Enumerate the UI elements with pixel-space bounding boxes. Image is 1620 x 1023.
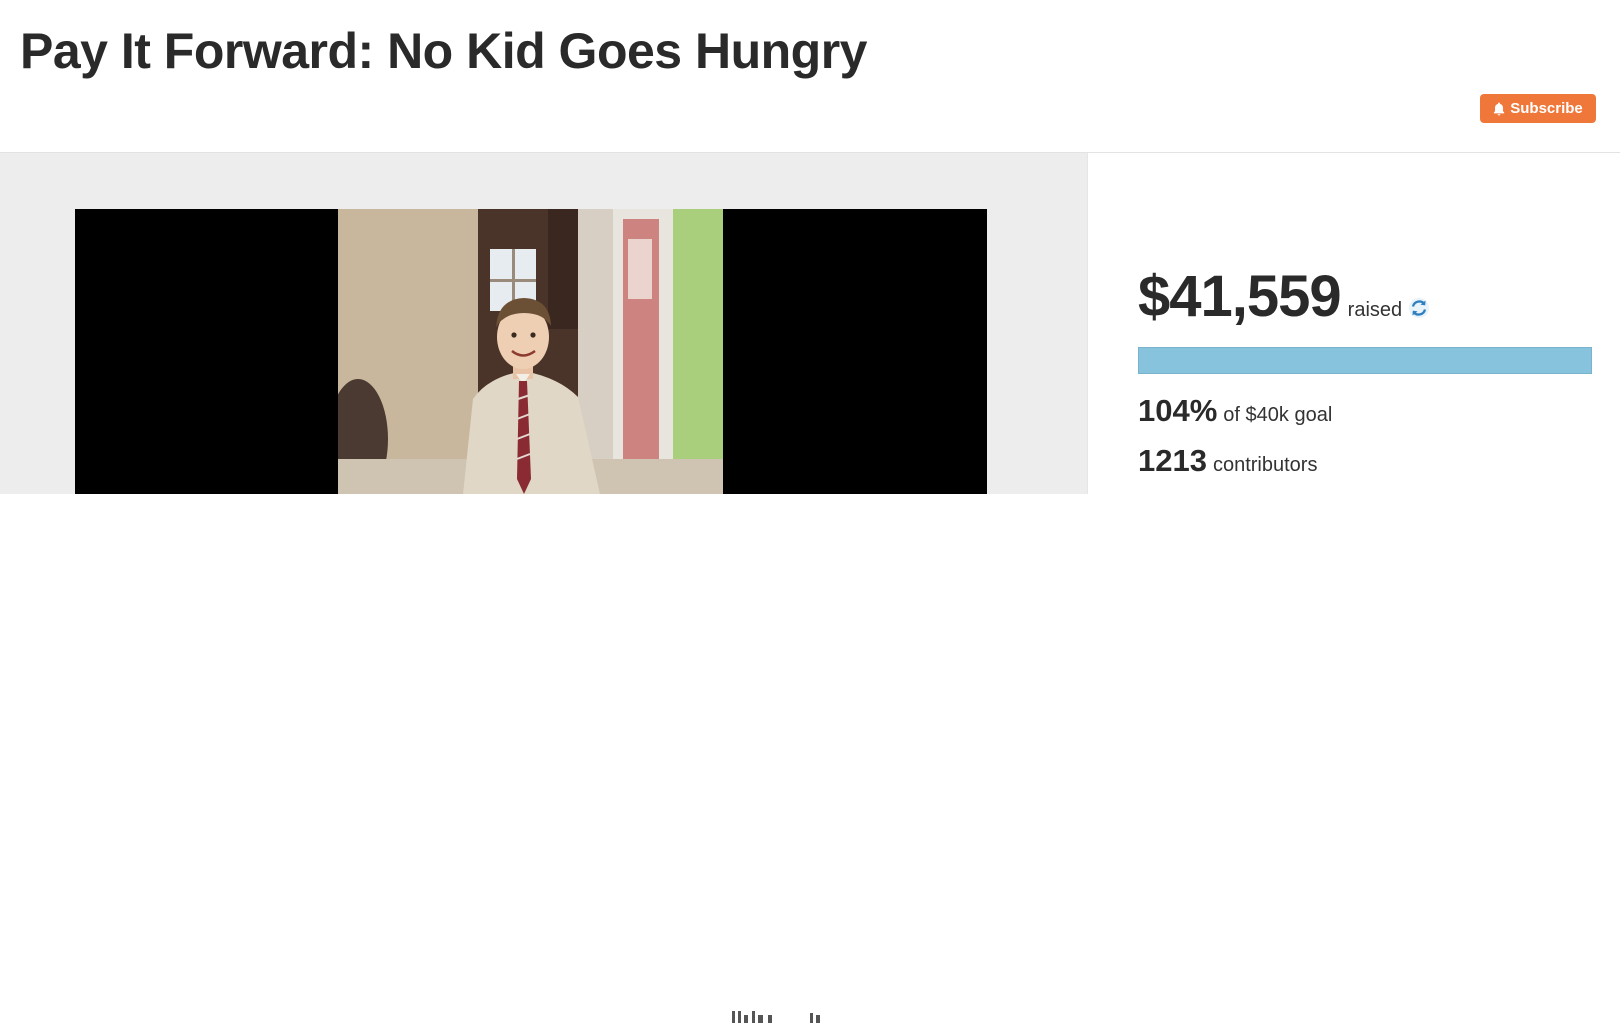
progress-bar [1138, 347, 1592, 374]
funding-panel: $41,559 raised 104% of $40k goal 1213 co… [1087, 153, 1620, 494]
contributors-count: 1213 [1138, 443, 1207, 478]
subscribe-label: Subscribe [1510, 100, 1583, 117]
contributors-label: contributors [1212, 454, 1318, 476]
bell-icon [1494, 102, 1505, 115]
cropped-caption [730, 1009, 850, 1023]
goal-stat: 104% of $40k goal [1138, 393, 1332, 429]
contributors-stat: 1213 contributors [1138, 443, 1317, 479]
goal-percent: 104% [1138, 393, 1218, 428]
media-area [0, 153, 1087, 494]
raised-label: raised [1347, 299, 1403, 321]
page-title: Pay It Forward: No Kid Goes Hungry [20, 23, 868, 79]
campaign-video[interactable] [75, 209, 987, 494]
goal-text: of $40k goal [1223, 404, 1333, 426]
amount-value: $41,559 [1138, 264, 1342, 329]
progress-fill [1139, 348, 1591, 373]
campaign-header: Pay It Forward: No Kid Goes Hungry Subsc… [0, 0, 1620, 153]
page-divider [0, 494, 1620, 1023]
subscribe-button[interactable]: Subscribe [1480, 94, 1596, 123]
campaign-photo [338, 209, 723, 494]
amount-raised: $41,559 raised [1138, 263, 1430, 330]
refresh-icon[interactable] [1408, 297, 1430, 319]
